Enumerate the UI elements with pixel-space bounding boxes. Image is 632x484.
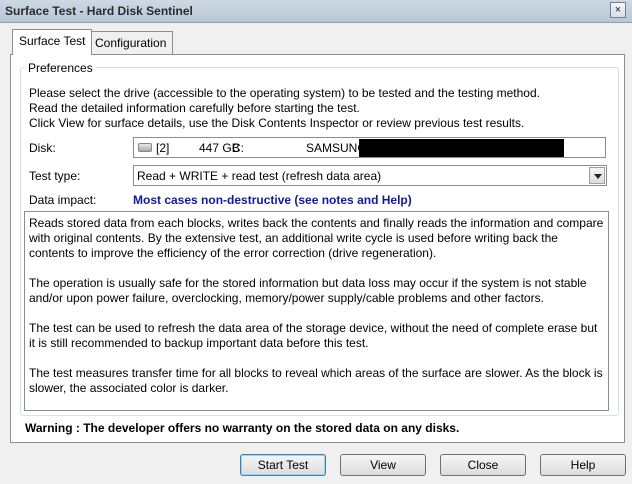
help-button[interactable]: Help	[540, 454, 626, 476]
warning-text: Warning : The developer offers no warran…	[25, 421, 460, 435]
disk-model: SAMSUNG	[306, 141, 367, 155]
intro-line-1: Please select the drive (accessible to t…	[29, 86, 540, 100]
test-type-value: Read + WRITE + read test (refresh data a…	[137, 169, 382, 183]
disk-index: [2]	[156, 141, 170, 155]
view-button[interactable]: View	[340, 454, 426, 476]
tab-configuration[interactable]: Configuration	[88, 31, 174, 54]
intro-line-3: Click View for surface details, use the …	[29, 116, 525, 130]
test-description[interactable]: Reads stored data from each blocks, writ…	[24, 211, 609, 411]
disk-letter: C:	[232, 141, 244, 155]
close-button[interactable]: Close	[440, 454, 526, 476]
title-bar: Surface Test - Hard Disk Sentinel ×	[0, 0, 632, 23]
chevron-down-icon[interactable]	[589, 167, 605, 184]
test-type-label: Test type:	[29, 169, 81, 183]
description-paragraph-4: The test measures transfer time for all …	[29, 366, 603, 395]
hard-disk-icon	[138, 143, 152, 152]
tab-surface-test[interactable]: Surface Test	[12, 29, 93, 55]
close-window-button[interactable]: ×	[610, 2, 626, 18]
description-paragraph-1: Reads stored data from each blocks, writ…	[29, 216, 604, 260]
data-impact-value: Most cases non-destructive (see notes an…	[133, 193, 412, 207]
start-test-button[interactable]: Start Test	[240, 454, 326, 476]
disk-label: Disk:	[29, 141, 56, 155]
disk-select[interactable]: [2] 447 GB C: SAMSUNG	[133, 137, 606, 158]
test-type-select[interactable]: Read + WRITE + read test (refresh data a…	[133, 165, 607, 186]
data-impact-label: Data impact:	[29, 193, 97, 207]
window-title: Surface Test - Hard Disk Sentinel	[5, 4, 193, 18]
description-paragraph-2: The operation is usually safe for the st…	[29, 276, 587, 305]
description-paragraph-3: The test can be used to refresh the data…	[29, 321, 598, 350]
intro-line-2: Read the detailed information carefully …	[29, 101, 360, 115]
preferences-legend: Preferences	[25, 61, 96, 75]
redacted-serial	[359, 139, 564, 157]
